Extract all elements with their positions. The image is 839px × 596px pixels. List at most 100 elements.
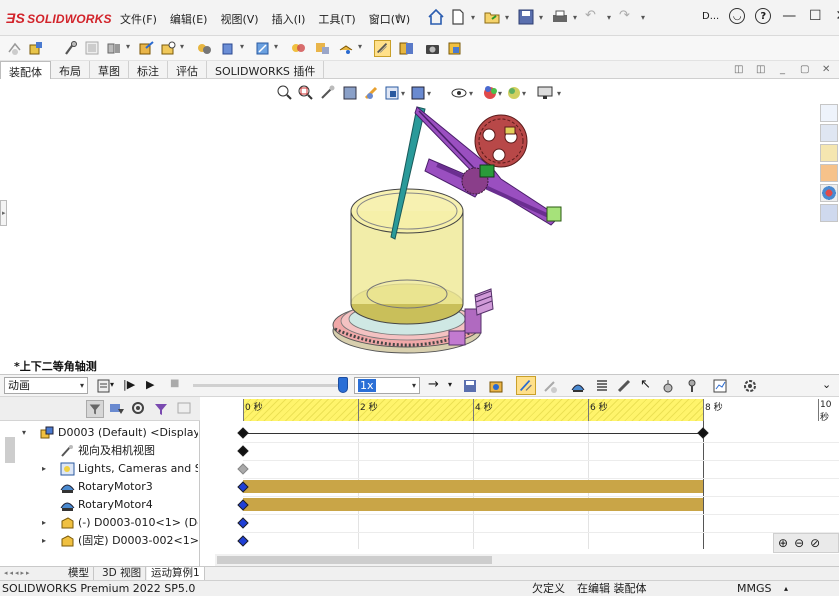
minimize-icon[interactable]: — bbox=[781, 8, 797, 24]
zoom-out-icon[interactable]: ⊖ bbox=[794, 536, 804, 550]
save-animation-icon[interactable] bbox=[462, 378, 478, 394]
custom-properties-icon[interactable] bbox=[820, 204, 838, 222]
smart-fastener-icon[interactable] bbox=[106, 40, 123, 57]
tree-item-part-010[interactable]: ▸ (-) D0003-010<1> (Defa bbox=[0, 514, 198, 532]
tab-assembly[interactable]: 装配体 bbox=[0, 61, 51, 79]
tree-item-rotary-motor-4[interactable]: RotaryMotor4 bbox=[0, 496, 198, 514]
contact-icon[interactable] bbox=[660, 378, 676, 394]
playback-speed-select[interactable]: 1x ▾ bbox=[354, 377, 420, 394]
instant3d-dropdown-icon[interactable]: ▾ bbox=[358, 42, 362, 51]
key-point-lights[interactable] bbox=[237, 463, 249, 475]
close-icon[interactable]: ✕ bbox=[833, 8, 839, 24]
tab-sketch[interactable]: 草图 bbox=[90, 61, 129, 79]
zoom-fit-icon[interactable]: ⊘ bbox=[810, 536, 820, 550]
open-dropdown-icon[interactable]: ▾ bbox=[505, 13, 513, 22]
exploded-view-icon[interactable] bbox=[314, 40, 331, 57]
mate-icon[interactable] bbox=[62, 40, 79, 57]
view-palette-icon[interactable] bbox=[820, 164, 838, 182]
user-account-icon[interactable]: ◡ bbox=[729, 8, 746, 24]
timeline-horizontal-scrollbar-thumb[interactable] bbox=[217, 556, 492, 564]
camera-icon[interactable] bbox=[424, 40, 441, 57]
new-dropdown-icon[interactable]: ▾ bbox=[471, 13, 479, 22]
new-part-icon[interactable] bbox=[28, 40, 45, 57]
rotary-motor-3-bar[interactable] bbox=[243, 480, 703, 493]
filter-results-icon[interactable] bbox=[152, 400, 170, 418]
appearances-icon[interactable] bbox=[820, 184, 838, 202]
autosize-icon[interactable] bbox=[176, 400, 194, 418]
view-orientation-icon[interactable] bbox=[385, 86, 399, 100]
add-update-key-icon[interactable] bbox=[542, 378, 558, 394]
doc-maximize-icon[interactable]: ▢ bbox=[800, 64, 809, 75]
home-icon[interactable] bbox=[427, 8, 445, 26]
filter-animated-icon[interactable] bbox=[86, 400, 104, 418]
print-icon[interactable] bbox=[551, 8, 569, 26]
reference-geometry-icon[interactable] bbox=[220, 40, 237, 57]
undo-dropdown-icon[interactable]: ▾ bbox=[607, 13, 615, 22]
maximize-icon[interactable]: ☐ bbox=[807, 8, 823, 24]
doc-close-icon[interactable]: ✕ bbox=[822, 64, 830, 75]
save-dropdown-icon[interactable]: ▾ bbox=[539, 13, 547, 22]
tree-item-part-002[interactable]: ▸ (固定) D0003-002<1> (D bbox=[0, 532, 198, 550]
motion-dropdown-icon[interactable]: ▾ bbox=[274, 42, 278, 51]
zoom-to-fit-icon[interactable] bbox=[277, 85, 292, 100]
force-icon[interactable]: ↖ bbox=[640, 377, 651, 392]
previous-view-icon[interactable] bbox=[321, 85, 335, 99]
stop-icon[interactable]: ■ bbox=[170, 378, 179, 389]
solidworks-logo[interactable]: ƎS SOLIDWORKS bbox=[6, 10, 112, 26]
rotary-motor-4-bar[interactable] bbox=[243, 498, 703, 511]
menu-view[interactable]: 视图(V) bbox=[220, 11, 258, 27]
study-type-select[interactable]: 动画 ▾ bbox=[4, 377, 88, 394]
zoom-to-area-icon[interactable] bbox=[298, 85, 313, 100]
menu-tools[interactable]: 工具(T) bbox=[318, 11, 355, 27]
play-from-start-icon[interactable]: |▶ bbox=[123, 378, 135, 391]
tab-scroll-arrows-icon[interactable]: ◂◂◂▸▸ bbox=[4, 569, 32, 577]
show-hidden-icon[interactable] bbox=[160, 40, 177, 57]
open-folder-icon[interactable] bbox=[483, 8, 501, 26]
gravity-icon[interactable] bbox=[684, 378, 700, 394]
undo-icon[interactable]: ↶ bbox=[585, 8, 603, 26]
bill-of-materials-icon[interactable] bbox=[290, 40, 307, 57]
menu-file[interactable]: 文件(F) bbox=[120, 11, 157, 27]
collapse-motion-manager-icon[interactable]: ⌄ bbox=[822, 378, 831, 391]
linear-pattern-icon[interactable] bbox=[84, 40, 101, 57]
solidworks-resources-icon[interactable] bbox=[820, 104, 838, 122]
hide-show-items-icon[interactable] bbox=[451, 88, 467, 98]
autokey-icon[interactable] bbox=[516, 376, 536, 395]
pattern-dropdown-icon[interactable]: ▾ bbox=[126, 42, 130, 51]
tab-motion-study-1[interactable]: 运动算例1 bbox=[147, 567, 205, 581]
doc-minimize-icon[interactable]: _ bbox=[780, 64, 785, 75]
new-motion-study-icon[interactable] bbox=[254, 40, 271, 57]
motor-icon[interactable] bbox=[570, 378, 586, 394]
move-dropdown-icon[interactable]: ▾ bbox=[180, 42, 184, 51]
units-dropdown-icon[interactable]: ▴ bbox=[784, 581, 788, 596]
display-style-icon[interactable] bbox=[411, 86, 425, 100]
tree-item-lights[interactable]: ▸ Lights, Cameras and Sce bbox=[0, 460, 198, 478]
design-library-icon[interactable] bbox=[820, 124, 838, 142]
assembly-features-icon[interactable] bbox=[196, 40, 213, 57]
filter-selected-icon[interactable] bbox=[130, 400, 148, 418]
calculate-dropdown-icon[interactable]: ▾ bbox=[110, 380, 114, 389]
take-snapshot-icon[interactable] bbox=[398, 40, 415, 57]
feature-manager-collapse-handle[interactable]: ▸ bbox=[0, 200, 7, 226]
time-ruler[interactable]: 0 秒 2 秒 4 秒 6 秒 8 秒 10 秒 bbox=[243, 399, 839, 423]
tab-3d-views[interactable]: 3D 视图 bbox=[98, 567, 147, 581]
key-point-camera[interactable] bbox=[237, 445, 249, 457]
motion-study-properties-icon[interactable] bbox=[742, 378, 758, 394]
tree-expander[interactable]: ▸ bbox=[42, 514, 46, 532]
redo-dropdown-icon[interactable]: ▾ bbox=[641, 13, 649, 22]
doc-restore-left-icon[interactable]: ◫ bbox=[734, 64, 743, 75]
menu-edit[interactable]: 编辑(E) bbox=[170, 11, 208, 27]
tab-evaluate[interactable]: 评估 bbox=[168, 61, 207, 79]
large-assembly-icon[interactable] bbox=[446, 40, 463, 57]
playback-slider-thumb[interactable] bbox=[338, 377, 348, 393]
update-speedpak-icon[interactable] bbox=[374, 40, 391, 57]
tree-item-rotary-motor-3[interactable]: RotaryMotor3 bbox=[0, 478, 198, 496]
animation-wizard-icon[interactable] bbox=[488, 378, 504, 394]
apply-scene-icon[interactable] bbox=[508, 87, 520, 99]
edit-appearance-icon[interactable] bbox=[484, 86, 497, 99]
graphics-area[interactable] bbox=[0, 79, 839, 374]
refgeom-dropdown-icon[interactable]: ▾ bbox=[240, 42, 244, 51]
play-icon[interactable]: ▶ bbox=[146, 378, 154, 391]
tree-expander[interactable]: ▾ bbox=[22, 424, 26, 442]
key-point-part-002[interactable] bbox=[237, 535, 249, 547]
